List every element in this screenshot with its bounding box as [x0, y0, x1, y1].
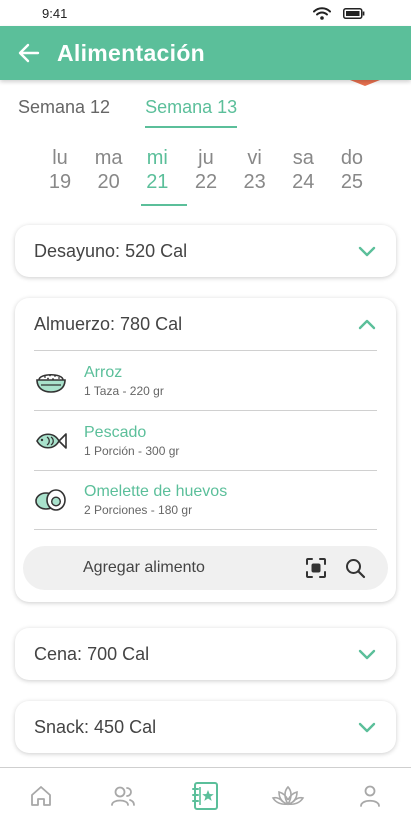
meal-header-lunch[interactable]: Almuerzo: 780 Cal [15, 298, 396, 350]
food-quantity: 1 Porción - 300 gr [84, 443, 180, 458]
selected-day-indicator [141, 204, 187, 206]
meal-header-dinner[interactable]: Cena: 700 Cal [15, 628, 396, 680]
chevron-up-icon[interactable] [358, 317, 378, 331]
home-icon [31, 786, 51, 806]
day-lu[interactable]: lu 19 [36, 146, 84, 194]
meal-card-lunch: Almuerzo: 780 Cal Arroz 1 Taza - 220 gr [15, 298, 396, 602]
lotus-icon [271, 785, 304, 806]
meal-calories: 700 Cal [87, 643, 150, 664]
chevron-down-icon[interactable] [358, 647, 378, 661]
page-title: Alimentación [57, 39, 206, 66]
tab-week-13[interactable]: Semana 13 [145, 97, 238, 128]
community-icon [111, 786, 136, 806]
food-info: Arroz 1 Taza - 220 gr [84, 363, 164, 399]
nav-wellness[interactable] [263, 776, 313, 816]
fish-icon [34, 426, 68, 456]
meal-card-breakfast: Desayuno: 520 Cal [15, 225, 396, 277]
meal-card-dinner: Cena: 700 Cal [15, 628, 396, 680]
status-icons [313, 6, 365, 20]
meal-title: Snack: [34, 716, 90, 737]
meal-title: Desayuno: [34, 240, 121, 261]
add-food-actions [305, 557, 366, 579]
battery-icon [343, 7, 365, 19]
nav-home[interactable] [16, 776, 66, 816]
day-selector: lu 19 ma 20 mi 21 ju 22 vi 23 sa 24 do 25 [36, 146, 376, 194]
status-bar: 9:41 [0, 0, 411, 26]
day-do[interactable]: do 25 [328, 146, 376, 194]
food-list: Arroz 1 Taza - 220 gr Pescado 1 Porción … [15, 350, 396, 530]
meal-header-breakfast[interactable]: Desayuno: 520 Cal [15, 225, 396, 277]
app-header: Alimentación [0, 26, 411, 80]
meal-header-snack[interactable]: Snack: 450 Cal [15, 701, 396, 753]
status-time: 9:41 [42, 5, 68, 21]
wifi-icon [313, 6, 331, 20]
profile-icon [359, 785, 380, 807]
back-button[interactable] [18, 41, 42, 65]
add-food-label: Agregar alimento [83, 559, 205, 576]
week-tabs: Semana 12 Semana 13 [18, 97, 238, 128]
food-info: Pescado 1 Porción - 300 gr [84, 423, 179, 459]
rice-bowl-icon [34, 366, 68, 396]
bottom-nav [0, 767, 411, 824]
meal-summary: Desayuno: 520 Cal [34, 241, 187, 262]
meal-summary: Cena: 700 Cal [34, 644, 149, 665]
meal-calories: 780 Cal [120, 313, 183, 334]
food-item-fish[interactable]: Pescado 1 Porción - 300 gr [34, 410, 377, 470]
nav-community[interactable] [98, 776, 148, 816]
scan-icon[interactable] [305, 557, 327, 579]
day-sa[interactable]: sa 24 [279, 146, 327, 194]
meal-title: Cena: [34, 643, 83, 664]
food-info: Omelette de huevos 2 Porciones - 180 gr [84, 482, 227, 518]
meal-title: Almuerzo: [34, 313, 116, 334]
add-food-bar[interactable]: Agregar alimento [23, 546, 388, 590]
nav-profile[interactable] [345, 776, 395, 816]
header-accent-marker [350, 80, 380, 86]
food-quantity: 2 Porciones - 180 gr [84, 503, 193, 517]
nav-nutrition[interactable] [180, 776, 230, 816]
search-icon[interactable] [345, 558, 366, 579]
meal-summary: Snack: 450 Cal [34, 717, 156, 738]
food-item-rice[interactable]: Arroz 1 Taza - 220 gr [34, 350, 377, 410]
food-name: Omelette de huevos [84, 483, 228, 500]
day-ju[interactable]: ju 22 [182, 146, 230, 194]
chevron-down-icon[interactable] [358, 244, 378, 258]
food-item-omelette[interactable]: Omelette de huevos 2 Porciones - 180 gr [34, 470, 377, 530]
food-name: Arroz [84, 363, 123, 381]
meal-card-snack: Snack: 450 Cal [15, 701, 396, 753]
day-vi[interactable]: vi 23 [231, 146, 279, 194]
food-name: Pescado [84, 423, 147, 441]
nutrition-journal-icon [192, 782, 219, 810]
day-ma[interactable]: ma 20 [85, 146, 133, 194]
meal-summary: Almuerzo: 780 Cal [34, 314, 182, 335]
meal-calories: 450 Cal [94, 716, 157, 737]
chevron-down-icon[interactable] [358, 720, 378, 734]
day-mi[interactable]: mi 21 [133, 146, 181, 194]
meal-calories: 520 Cal [125, 240, 188, 261]
egg-icon [34, 485, 68, 515]
tab-week-12[interactable]: Semana 12 [18, 97, 110, 128]
arrow-left-icon [18, 43, 40, 63]
food-quantity: 1 Taza - 220 gr [84, 383, 164, 398]
